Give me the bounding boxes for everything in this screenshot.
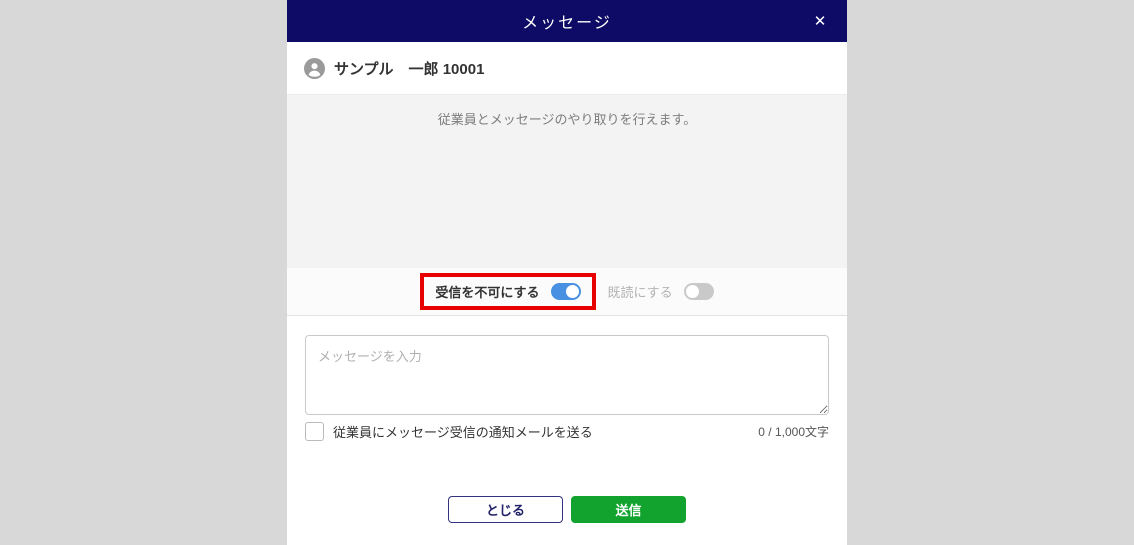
annotation-highlight-box: 受信を不可にする [420,273,596,310]
conversation-area: 従業員とメッセージのやり取りを行えます。 [287,95,847,268]
toggle-knob [565,285,579,298]
block-receive-toggle[interactable] [550,283,581,300]
close-icon[interactable]: ✕ [805,0,835,42]
avatar [304,57,325,79]
notify-checkbox-label: 従業員にメッセージ受信の通知メールを送る [333,425,593,440]
send-button[interactable]: 送信 [571,496,686,523]
mark-read-toggle[interactable] [683,283,714,300]
user-name: サンプル 一郎 10001 [334,60,485,78]
modal-header: メッセージ ✕ [287,0,847,42]
mark-read-group: 既読にする [608,282,714,301]
char-counter: 0 / 1,000文字 [758,425,829,439]
composer-section: 従業員にメッセージ受信の通知メールを送る 0 / 1,000文字 とじる 送信 [287,316,847,545]
footer-buttons: とじる 送信 [305,496,829,523]
message-modal: メッセージ ✕ サンプル 一郎 10001 従業員とメッセージのやり取りを行えま… [287,0,847,545]
block-receive-label: 受信を不可にする [435,285,540,300]
message-input[interactable] [305,335,829,415]
notify-checkbox-group: 従業員にメッセージ受信の通知メールを送る [305,422,593,441]
mark-read-label: 既読にする [607,285,673,300]
notify-checkbox[interactable] [305,422,324,441]
close-button[interactable]: とじる [448,496,563,523]
user-row: サンプル 一郎 10001 [287,42,847,95]
conversation-empty-text: 従業員とメッセージのやり取りを行えます。 [437,112,697,127]
notify-row: 従業員にメッセージ受信の通知メールを送る 0 / 1,000文字 [305,422,829,441]
modal-title: メッセージ [522,15,612,32]
toggle-knob [685,285,699,298]
toggle-bar: 受信を不可にする 既読にする [287,268,847,316]
